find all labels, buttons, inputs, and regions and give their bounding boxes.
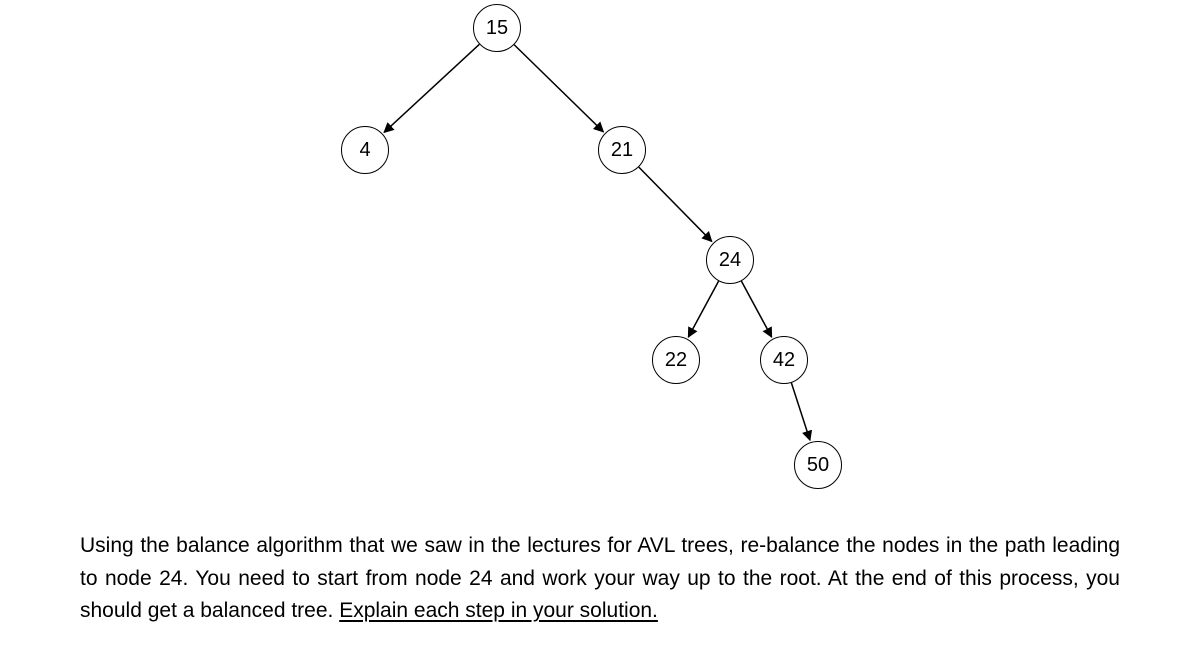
edge-15-21 xyxy=(514,45,603,132)
edge-24-22 xyxy=(688,281,718,337)
tree-diagram: 15 4 21 24 22 42 50 xyxy=(0,0,1200,520)
edge-15-4 xyxy=(384,44,479,132)
tree-node-4: 4 xyxy=(341,126,389,174)
question-text: Using the balance algorithm that we saw … xyxy=(80,530,1120,628)
tree-node-24: 24 xyxy=(706,236,754,284)
page: 15 4 21 24 22 42 50 Using the balance algorith… xyxy=(0,0,1200,669)
tree-node-15: 15 xyxy=(473,4,521,52)
edge-24-42 xyxy=(741,281,771,337)
tree-node-21: 21 xyxy=(598,126,646,174)
edge-42-50 xyxy=(791,383,810,440)
tree-node-22: 22 xyxy=(652,336,700,384)
tree-node-50: 50 xyxy=(794,441,842,489)
edge-21-24 xyxy=(639,167,712,241)
question-instruction: Explain each step in your solution. xyxy=(339,599,658,622)
tree-node-42: 42 xyxy=(760,336,808,384)
tree-edges xyxy=(0,0,1200,520)
